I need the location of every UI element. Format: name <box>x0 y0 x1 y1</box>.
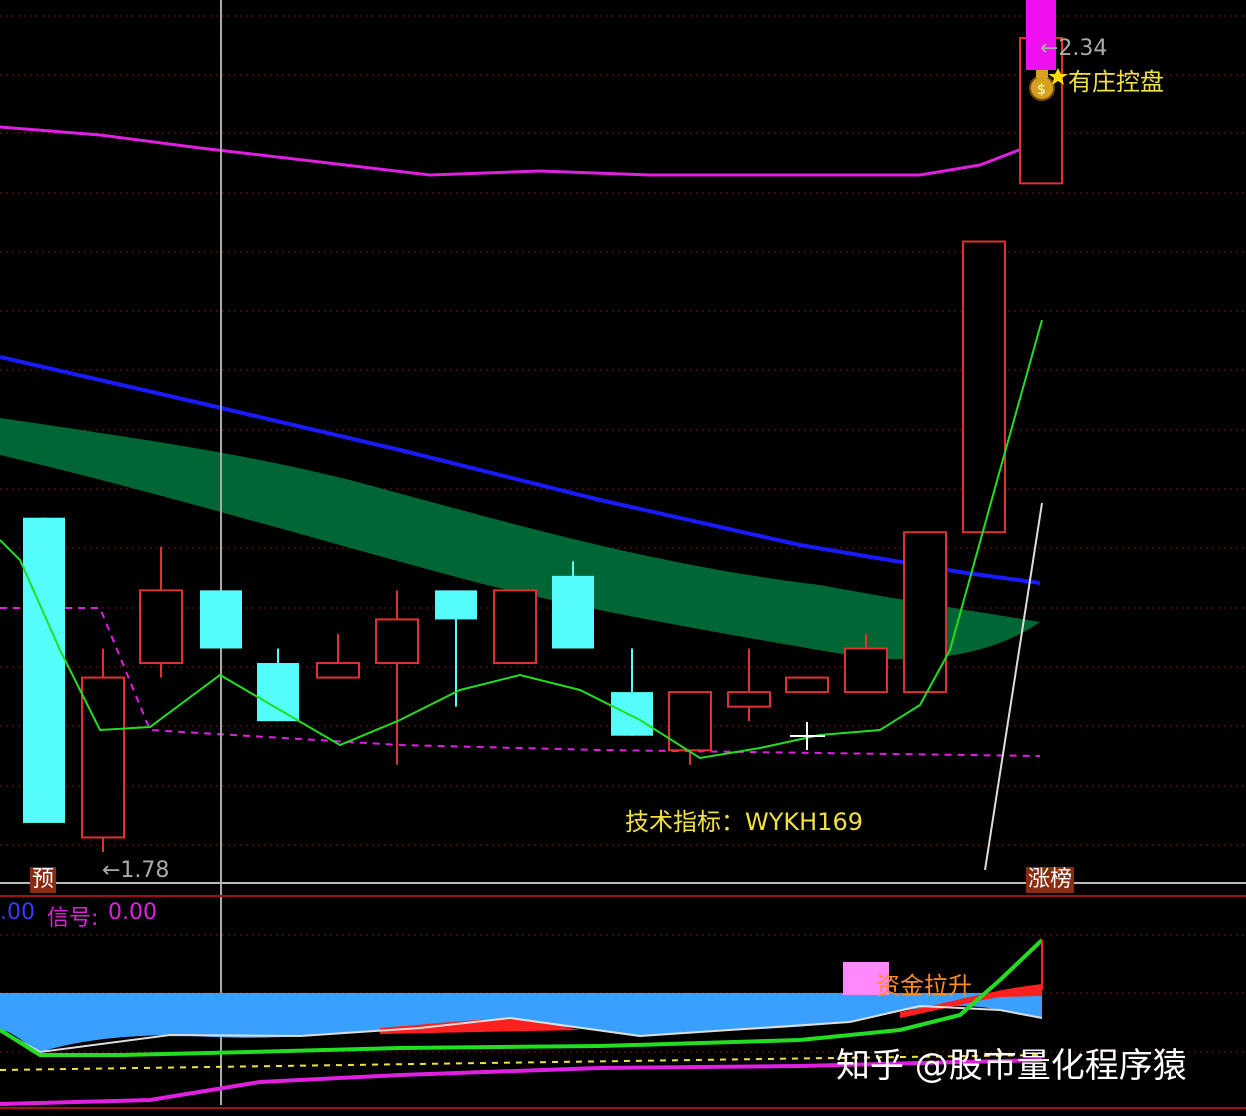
candle-up[interactable] <box>785 676 829 694</box>
banker-control-label: 有庄控盘 <box>1068 68 1164 96</box>
candle-up[interactable] <box>493 589 537 665</box>
gain-ranking-tag: 涨榜 <box>1026 867 1075 893</box>
candle-up[interactable] <box>844 647 888 694</box>
candle-up[interactable] <box>316 662 360 679</box>
candle-up[interactable] <box>727 691 771 708</box>
candle-down[interactable] <box>552 575 594 649</box>
candle-down[interactable] <box>611 692 653 736</box>
candle-down[interactable] <box>23 517 65 823</box>
candles <box>23 37 1063 852</box>
candle-up[interactable] <box>375 618 419 665</box>
ma-magenta-line <box>0 125 1041 177</box>
fund-pull-label: 资金拉升 <box>876 972 972 1000</box>
watermark: 知乎 @股市量化程序猿 <box>836 1046 1187 1086</box>
kline-chart[interactable]: $ <box>0 0 1246 1112</box>
signal-label: 信号: <box>47 906 99 931</box>
svg-text:$: $ <box>1037 82 1046 98</box>
forecast-tag: 预 <box>30 867 57 893</box>
indicator-value-prefix: .00 <box>0 900 35 925</box>
candle-up[interactable] <box>81 676 125 839</box>
candle-down[interactable] <box>257 663 299 722</box>
candle-down[interactable] <box>200 590 242 649</box>
candle-up[interactable] <box>962 240 1006 534</box>
stock-chart-window: $ 技术指标：WYKH169 ←1.78 ←2.34 有庄控盘 预 涨榜 .00… <box>0 0 1246 1112</box>
high-price-marker: ←2.34 <box>1040 36 1108 61</box>
indicator-name-label: 技术指标：WYKH169 <box>625 808 863 836</box>
candle-up[interactable] <box>139 589 183 665</box>
candle-down[interactable] <box>435 590 477 620</box>
low-price-marker: ←1.78 <box>102 858 170 883</box>
signal-value: 0.00 <box>108 900 157 925</box>
trend-line <box>984 502 1043 871</box>
